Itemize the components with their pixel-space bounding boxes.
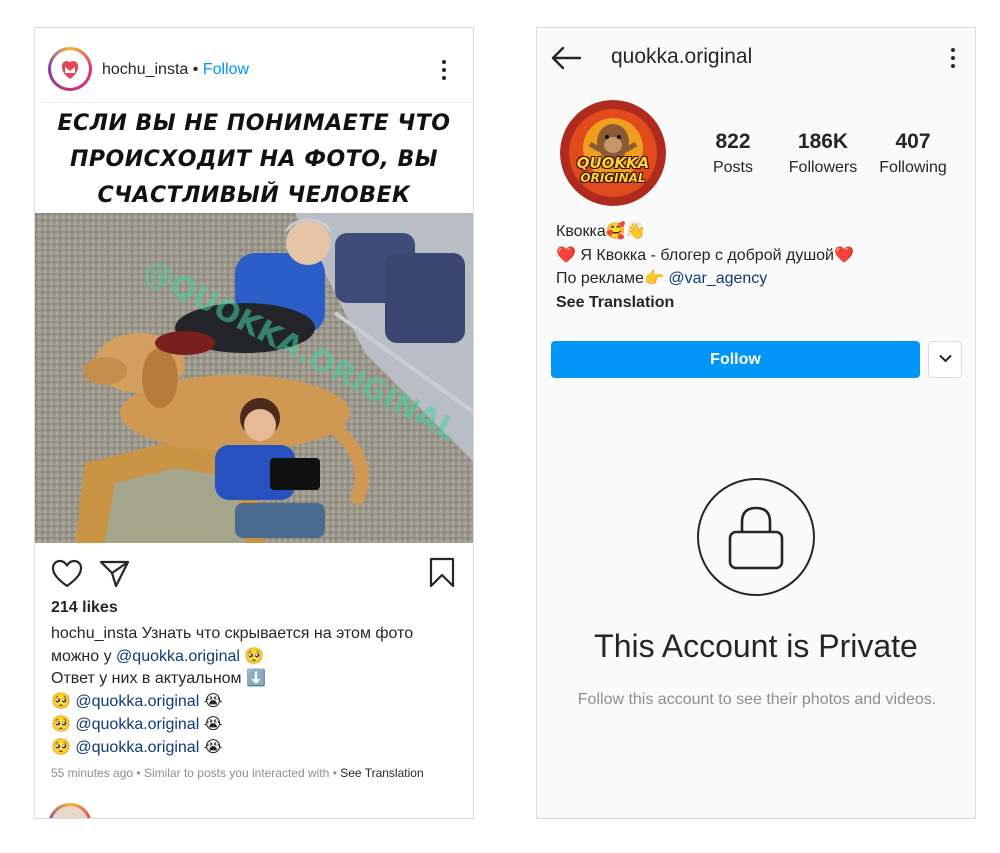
avatar-logo-line: QUOKKA [576, 154, 650, 172]
caption-line: 🥺 @quokka.original 😭 [51, 714, 461, 737]
caption-line: можно у @quokka.original 🥺 [51, 646, 461, 669]
similar-note: Similar to posts you interacted with [143, 766, 330, 780]
avatar-logo-icon [55, 54, 85, 84]
caption-emoji: 🥺 [239, 647, 265, 665]
post-time: 55 minutes ago [51, 766, 134, 780]
meme-line: ПРОИСХОДИТ НА ФОТО, ВЫ [69, 147, 439, 172]
profile-username: quokka.original [611, 45, 753, 68]
post-screen: hochu_insta • Follow ЕСЛИ ВЫ НЕ ПОНИМАЕТ… [34, 27, 474, 819]
stat-followers[interactable]: 186K Followers [781, 130, 865, 177]
post-photo[interactable]: @QUOKKA.ORIGINAL [35, 213, 473, 543]
stat-label: Following [879, 159, 947, 176]
avatar-logo-line: ORIGINAL [580, 171, 646, 185]
caption-text: можно у [51, 647, 117, 665]
lock-icon [728, 506, 784, 570]
follow-link[interactable]: Follow [203, 61, 249, 78]
stat-value: 186K [797, 130, 849, 153]
profile-name: Квокка🥰👋 [556, 223, 646, 240]
caption-emoji: 🥺 [51, 693, 76, 711]
avatar-logo-text: QUOKKA ORIGINAL [560, 156, 666, 186]
meme-line: СЧАСТЛИВЫЙ ЧЕЛОВЕК [97, 183, 411, 208]
stat-value: 822 [715, 130, 751, 153]
back-arrow-icon[interactable] [550, 45, 582, 71]
bookmark-icon[interactable] [428, 557, 456, 589]
chevron-down-icon [939, 355, 952, 362]
caption-emoji: 🥺 [51, 715, 76, 733]
caption-emoji: 😭 [199, 738, 223, 756]
stat-value: 407 [895, 130, 931, 153]
caption-emoji: 🥺 [51, 738, 76, 756]
bio-line: ❤️ Я Квокка - блогер с доброй душой❤️ [556, 246, 854, 264]
stat-label: Followers [788, 159, 858, 176]
profile-avatar[interactable]: QUOKKA ORIGINAL [560, 100, 666, 206]
suggestions-dropdown-button[interactable] [928, 341, 962, 378]
mention-link[interactable]: @quokka.original [75, 739, 199, 756]
caption-line: 🥺 @quokka.original 😭 [51, 737, 461, 760]
caption-text: Узнать что скрывается на этом фото [137, 625, 414, 642]
private-subtitle: Follow this account to see their photos … [577, 691, 937, 708]
private-title: This Account is Private [594, 628, 918, 664]
caption-emoji: 😭 [199, 693, 223, 711]
caption-line: Ответ у них в актуальном ⬇️ [51, 670, 266, 688]
separator-dot: • [192, 61, 199, 78]
likes-count[interactable]: 214 likes [51, 599, 118, 617]
profile-bio: Квокка🥰👋 ❤️ Я Квокка - блогер с доброй д… [556, 220, 854, 314]
separator-dot: • [329, 766, 341, 780]
stat-following[interactable]: 407 Following [873, 130, 953, 177]
private-lock [697, 478, 815, 596]
caption-line: hochu_insta Узнать что скрывается на это… [51, 623, 461, 646]
mention-link[interactable]: @var_agency [668, 270, 767, 287]
caption-emoji: 😭 [199, 715, 223, 733]
post-header: hochu_insta • Follow [35, 28, 473, 103]
mention-link[interactable]: @quokka.original [75, 716, 199, 733]
next-post-avatar[interactable] [48, 803, 92, 818]
stat-label: Posts [712, 159, 753, 176]
more-options-icon[interactable] [950, 48, 956, 68]
separator-dot: • [133, 766, 144, 780]
caption-username[interactable]: hochu_insta [51, 625, 137, 642]
heart-icon[interactable] [51, 559, 83, 589]
post-actions [35, 553, 473, 593]
share-icon[interactable] [99, 559, 131, 589]
post-username[interactable]: hochu_insta [102, 61, 188, 78]
profile-screen: quokka.original QUOKKA ORIGINAL 822 Post… [536, 27, 976, 819]
meme-line: ЕСЛИ ВЫ НЕ ПОНИМАЕТЕ ЧТО [57, 111, 451, 136]
stat-posts[interactable]: 822 Posts [703, 130, 763, 177]
mention-link[interactable]: @quokka.original [116, 648, 240, 665]
more-options-icon[interactable] [441, 60, 447, 80]
bio-line: По рекламе👉 @var_agency [556, 267, 854, 291]
caption-line: 🥺 @quokka.original 😭 [51, 691, 461, 714]
post-meta: 55 minutes ago • Similar to posts you in… [51, 766, 424, 780]
mention-link[interactable]: @quokka.original [75, 693, 199, 710]
bio-text: По рекламе👉 [556, 270, 669, 287]
see-translation-link[interactable]: See Translation [556, 291, 854, 315]
post-caption: hochu_insta Узнать что скрывается на это… [51, 623, 461, 759]
post-author: hochu_insta • Follow [102, 61, 249, 79]
meme-caption: ЕСЛИ ВЫ НЕ ПОНИМАЕТЕ ЧТО ПРОИСХОДИТ НА Ф… [35, 104, 473, 216]
post-avatar[interactable] [48, 47, 92, 91]
see-translation-link[interactable]: See Translation [340, 766, 423, 780]
follow-button[interactable]: Follow [551, 341, 920, 378]
